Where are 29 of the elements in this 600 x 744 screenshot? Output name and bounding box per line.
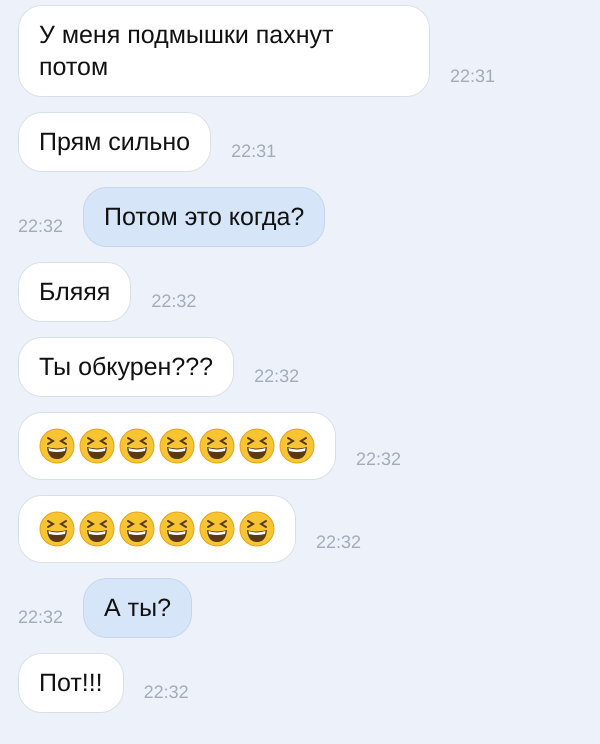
message-bubble: Бляяя <box>18 262 132 322</box>
laughing-face-icon <box>119 511 155 547</box>
message-bubble: Прям сильно <box>18 112 212 172</box>
laughing-face-icon <box>39 428 75 464</box>
message-time: 22:32 <box>356 449 402 471</box>
laughing-face-icon <box>239 428 275 464</box>
laughing-face-icon <box>239 511 275 547</box>
message-bubble: Ты обкурен??? <box>18 337 234 397</box>
message-time: 22:32 <box>254 366 300 388</box>
message-bubble: Потом это когда? <box>83 187 326 247</box>
laughing-face-icon <box>159 428 195 464</box>
message-bubble: Пот!!! <box>18 653 124 713</box>
message-time: 22:32 <box>316 532 362 554</box>
message-time: 22:32 <box>151 291 196 313</box>
laughing-face-icon <box>119 428 155 464</box>
laughing-face-icon <box>279 428 315 464</box>
message-bubble: А ты? <box>83 578 192 638</box>
laughing-face-icon <box>79 428 115 464</box>
message-time: 22:31 <box>231 141 276 163</box>
laughing-face-icon <box>199 511 235 547</box>
laughing-face-icon <box>159 511 195 547</box>
message-bubble: У меня подмышки пахнут потом <box>18 5 430 97</box>
laughing-face-icon <box>199 428 235 464</box>
message-time: 22:32 <box>144 682 189 704</box>
laughing-face-icon <box>79 511 115 547</box>
message-time: 22:31 <box>450 66 496 88</box>
laughing-face-icon <box>39 511 75 547</box>
message-time: 22:32 <box>18 216 64 238</box>
message-time: 22:32 <box>18 607 64 629</box>
